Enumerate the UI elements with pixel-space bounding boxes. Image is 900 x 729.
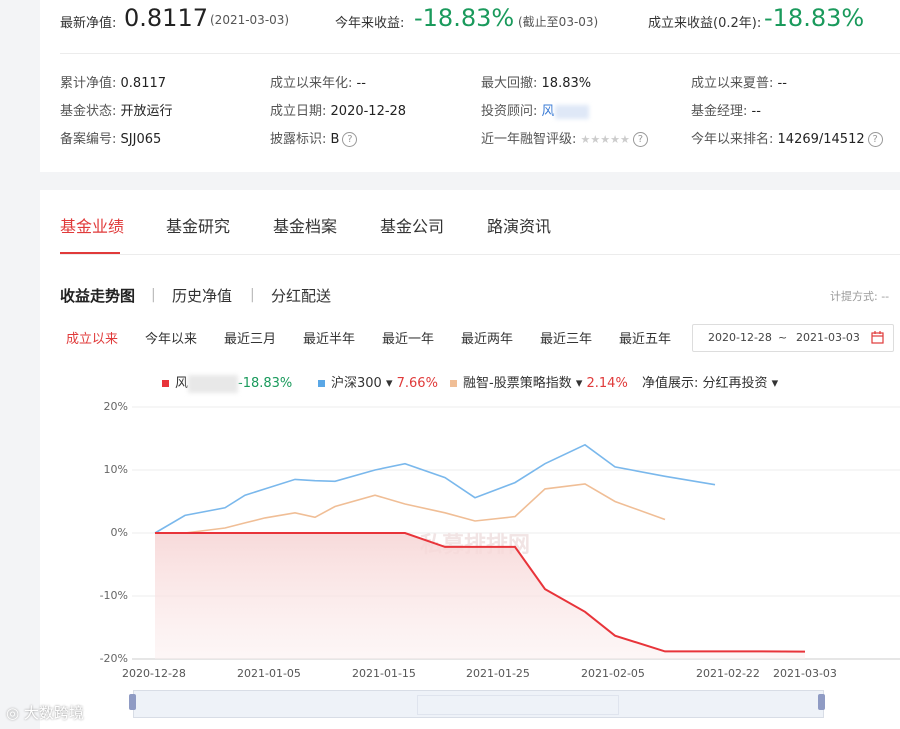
slider-left-handle[interactable] — [129, 694, 136, 710]
index1-line — [154, 443, 716, 534]
slider-right-handle[interactable] — [818, 694, 825, 710]
x-tick-label: 2021-03-03 — [773, 667, 837, 680]
x-tick-label: 2021-02-05 — [581, 667, 645, 680]
slider-preview — [417, 695, 619, 715]
return-chart: 私募排排网 — [132, 406, 900, 660]
chart-range-slider[interactable] — [133, 690, 824, 718]
x-tick-label: 2021-02-22 — [696, 667, 760, 680]
brand-watermark: ◎ 大数跨境 — [6, 704, 84, 722]
x-tick-label: 2021-01-25 — [466, 667, 530, 680]
x-tick-label: 2021-01-15 — [352, 667, 416, 680]
x-tick-label: 2020-12-28 — [122, 667, 186, 680]
index2-line — [155, 483, 666, 534]
brand-logo-icon: ◎ — [6, 704, 20, 722]
x-tick-label: 2021-01-05 — [237, 667, 301, 680]
